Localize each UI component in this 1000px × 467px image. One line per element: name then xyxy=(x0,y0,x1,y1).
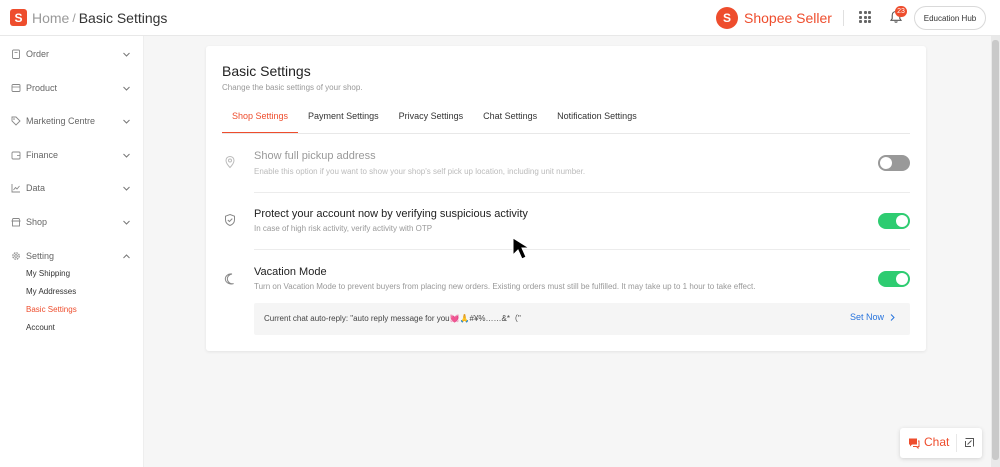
location-pin-icon xyxy=(225,155,235,169)
mouse-cursor-icon xyxy=(512,237,531,260)
sidebar-item-label: Marketing Centre xyxy=(26,116,96,126)
tab-payment-settings[interactable]: Payment Settings xyxy=(298,102,389,134)
settings-card: Basic Settings Change the basic settings… xyxy=(206,46,926,351)
row-divider xyxy=(254,249,910,250)
chat-divider xyxy=(956,434,957,452)
auto-reply-box: Current chat auto-reply: "auto reply mes… xyxy=(254,303,910,335)
sidebar-item-order[interactable]: Order xyxy=(0,44,144,64)
sidebar-item-label: Order xyxy=(26,49,50,59)
box-icon xyxy=(11,84,21,92)
chat-bubble-icon xyxy=(909,438,920,449)
brand-name: Shopee Seller xyxy=(744,10,832,26)
shopee-logo-icon[interactable]: S xyxy=(10,9,27,26)
chevron-down-icon xyxy=(123,186,130,191)
shopee-bag-icon: S xyxy=(716,7,738,29)
auto-reply-text: Current chat auto-reply: "auto reply mes… xyxy=(264,314,521,323)
sidebar-item-shop[interactable]: Shop xyxy=(0,212,144,232)
verify-activity-title: Protect your account now by verifying su… xyxy=(254,208,528,220)
breadcrumb-home[interactable]: Home xyxy=(32,10,69,26)
tab-privacy-settings[interactable]: Privacy Settings xyxy=(389,102,474,134)
sidebar-item-finance[interactable]: Finance xyxy=(0,145,144,165)
sidebar-item-label: Setting xyxy=(26,251,55,261)
sidebar-item-label: Shop xyxy=(26,217,48,227)
chevron-up-icon xyxy=(123,253,130,258)
wallet-icon xyxy=(11,151,21,160)
set-now-link[interactable]: Set Now xyxy=(850,312,897,322)
clipboard-icon xyxy=(12,49,20,59)
shopee-seller-brand: S Shopee Seller xyxy=(716,7,832,29)
chevron-right-icon xyxy=(890,313,895,321)
page-title: Basic Settings xyxy=(222,63,311,79)
tab-chat-settings[interactable]: Chat Settings xyxy=(473,102,547,134)
sidebar-item-marketing-centre[interactable]: Marketing Centre xyxy=(0,111,144,131)
row-divider xyxy=(254,192,910,193)
chat-label: Chat xyxy=(924,435,950,449)
settings-tabs: Shop Settings Payment Settings Privacy S… xyxy=(222,102,647,134)
chat-widget[interactable]: Chat xyxy=(900,428,982,458)
pickup-address-title: Show full pickup address xyxy=(254,150,376,162)
sidebar-subitem-basic-settings[interactable]: Basic Settings xyxy=(26,305,77,314)
sidebar: Order Product Marketing Centre Finance D… xyxy=(0,36,144,467)
notification-badge: 23 xyxy=(895,6,907,17)
chevron-down-icon xyxy=(123,220,130,225)
tab-shop-settings[interactable]: Shop Settings xyxy=(222,102,299,134)
chevron-down-icon xyxy=(123,52,130,57)
set-now-label: Set Now xyxy=(850,312,885,322)
sidebar-item-label: Finance xyxy=(26,150,59,160)
tabs-divider xyxy=(222,133,910,134)
tag-icon xyxy=(11,116,21,126)
top-header: S Home / Basic Settings S Shopee Seller … xyxy=(0,0,1000,36)
store-icon xyxy=(11,218,21,227)
sidebar-subitem-my-shipping[interactable]: My Shipping xyxy=(26,269,70,278)
chevron-down-icon xyxy=(123,86,130,91)
chevron-down-icon xyxy=(123,119,130,124)
verify-activity-toggle[interactable] xyxy=(878,213,910,229)
pickup-address-description: Enable this option if you want to show y… xyxy=(254,167,586,176)
vacation-mode-toggle[interactable] xyxy=(878,271,910,287)
sidebar-item-product[interactable]: Product xyxy=(0,78,144,98)
pickup-address-toggle[interactable] xyxy=(878,155,910,171)
vacation-mode-description: Turn on Vacation Mode to prevent buyers … xyxy=(254,282,756,291)
sidebar-item-setting[interactable]: Setting xyxy=(0,246,144,266)
sidebar-item-data[interactable]: Data xyxy=(0,178,144,198)
sidebar-subitem-account[interactable]: Account xyxy=(26,323,55,332)
expand-icon[interactable] xyxy=(964,437,975,448)
sidebar-item-label: Data xyxy=(26,183,46,193)
sidebar-item-label: Product xyxy=(26,83,58,93)
breadcrumb-separator: / xyxy=(72,10,76,25)
vacation-mode-title: Vacation Mode xyxy=(254,266,327,278)
header-divider xyxy=(843,10,844,26)
breadcrumb-current: Basic Settings xyxy=(78,9,168,26)
verify-activity-description: In case of high risk activity, verify ac… xyxy=(254,224,433,233)
chevron-down-icon xyxy=(123,153,130,158)
gear-icon xyxy=(12,252,20,260)
shield-check-icon xyxy=(225,213,235,227)
breadcrumb: Home / Basic Settings xyxy=(32,10,167,26)
moon-icon xyxy=(224,273,234,285)
apps-grid-icon[interactable] xyxy=(859,11,871,23)
page-scrollbar[interactable] xyxy=(991,36,1000,467)
chart-icon xyxy=(11,184,20,193)
education-hub-button[interactable]: Education Hub xyxy=(914,6,986,30)
scrollbar-thumb[interactable] xyxy=(992,40,999,460)
sidebar-subitem-my-addresses[interactable]: My Addresses xyxy=(26,287,76,296)
tab-notification-settings[interactable]: Notification Settings xyxy=(547,102,647,134)
page-subtitle: Change the basic settings of your shop. xyxy=(222,83,363,92)
